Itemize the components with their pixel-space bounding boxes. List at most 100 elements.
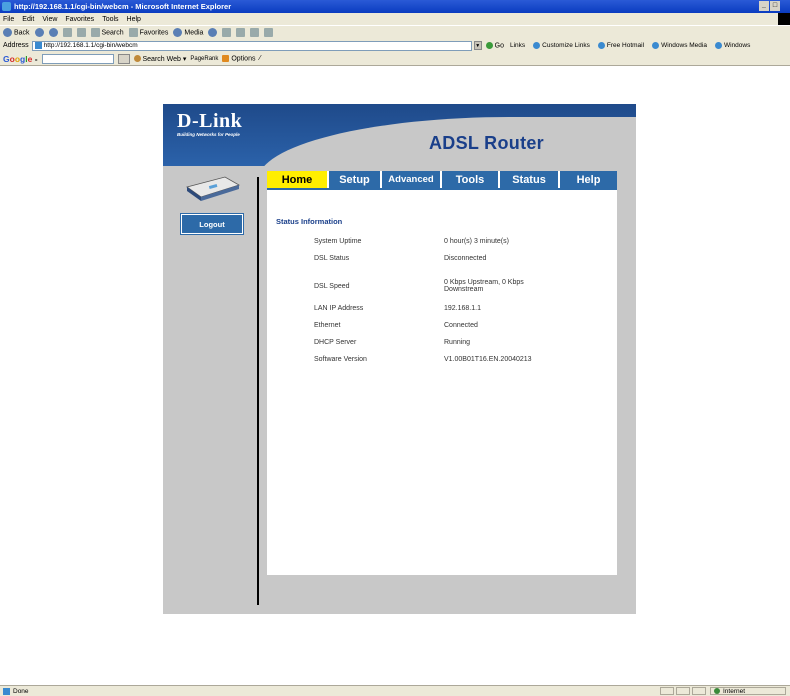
- edit-icon[interactable]: [250, 28, 260, 37]
- highlighter-icon[interactable]: ⁄: [259, 55, 260, 62]
- google-logo[interactable]: Google -: [3, 54, 38, 64]
- web-content: D-Link Building Networks for People ADSL…: [0, 67, 790, 685]
- header-banner: D-Link Building Networks for People ADSL…: [163, 104, 636, 166]
- go-button[interactable]: Go: [485, 41, 504, 49]
- zone-text: Internet: [723, 687, 746, 695]
- standard-toolbar: Back Search Favorites Media: [0, 25, 790, 39]
- options-icon: [222, 54, 230, 62]
- tab-help[interactable]: Help: [560, 171, 617, 188]
- address-value: http://192.168.1.1/cgi-bin/webcm: [43, 42, 138, 49]
- menu-bar: File Edit View Favorites Tools Help: [0, 13, 790, 25]
- status-label: System Uptime: [314, 238, 362, 245]
- content-panel: Status Information System Uptime 0 hour(…: [267, 190, 617, 575]
- link-windows[interactable]: Windows: [714, 42, 750, 49]
- search-web-button[interactable]: Search Web ▾: [133, 55, 186, 63]
- binoculars-icon: [133, 55, 141, 63]
- security-zone: Internet: [710, 687, 786, 695]
- tab-home[interactable]: Home: [267, 171, 329, 188]
- pagerank-indicator[interactable]: PageRank: [190, 56, 218, 62]
- ie-icon: [2, 2, 11, 11]
- links-bar: Links Customize Links Free Hotmail Windo…: [510, 42, 750, 49]
- history-icon[interactable]: [208, 28, 218, 37]
- status-bar: Done Internet: [0, 685, 790, 696]
- menu-help[interactable]: Help: [127, 16, 141, 23]
- maximize-icon[interactable]: □: [770, 1, 780, 11]
- sidebar-divider: [257, 177, 259, 605]
- google-dropdown-icon[interactable]: [117, 53, 130, 64]
- window-title: http://192.168.1.1/cgi-bin/webcm - Micro…: [14, 2, 232, 11]
- status-value: 0 hour(s) 3 minute(s): [444, 238, 509, 245]
- address-bar: Address http://192.168.1.1/cgi-bin/webcm…: [0, 39, 790, 52]
- status-value: Disconnected: [444, 255, 487, 262]
- address-input[interactable]: http://192.168.1.1/cgi-bin/webcm: [31, 40, 472, 51]
- minimize-icon[interactable]: _: [759, 1, 769, 11]
- status-label: DSL Speed: [314, 282, 350, 290]
- window-controls: _ □: [759, 1, 780, 11]
- status-text: Done: [13, 687, 29, 695]
- menu-tools[interactable]: Tools: [102, 16, 118, 23]
- status-label: DSL Status: [314, 255, 350, 262]
- favorites-button[interactable]: Favorites: [128, 28, 168, 37]
- address-dropdown-icon[interactable]: ▼: [473, 41, 482, 50]
- forward-arrow-icon[interactable]: [34, 28, 44, 37]
- status-row: System Uptime 0 hour(s) 3 minute(s): [314, 238, 594, 255]
- status-value: 0 Kbps Upstream, 0 Kbps Downstream: [444, 279, 524, 293]
- status-row: LAN IP Address 192.168.1.1: [314, 300, 594, 317]
- media-button[interactable]: Media: [173, 28, 203, 37]
- status-value: V1.00B01T16.EN.20040213: [444, 356, 532, 363]
- options-button[interactable]: Options: [222, 54, 255, 62]
- windows-logo-icon: [778, 13, 790, 25]
- status-row: DHCP Server Running: [314, 334, 594, 351]
- back-arrow-icon: [3, 28, 12, 37]
- address-label: Address: [3, 42, 29, 49]
- window-title-bar: http://192.168.1.1/cgi-bin/webcm - Micro…: [0, 0, 790, 13]
- link-hotmail[interactable]: Free Hotmail: [597, 42, 644, 49]
- media-icon: [173, 28, 183, 37]
- discuss-icon[interactable]: [264, 28, 274, 37]
- tab-tools[interactable]: Tools: [442, 171, 500, 188]
- link-icon: [652, 42, 660, 49]
- menu-edit[interactable]: Edit: [22, 16, 34, 23]
- go-arrow-icon: [485, 41, 493, 49]
- status-row: DSL Status Disconnected: [314, 255, 594, 272]
- status-cells: [660, 687, 706, 695]
- refresh-icon[interactable]: [62, 28, 72, 37]
- dlink-logo: D-Link: [177, 110, 243, 132]
- link-windows-media[interactable]: Windows Media: [652, 42, 707, 49]
- globe-icon: [714, 688, 720, 694]
- link-icon: [714, 42, 722, 49]
- menu-file[interactable]: File: [3, 16, 14, 23]
- status-label: LAN IP Address: [314, 305, 364, 312]
- google-toolbar: Google - Search Web ▾ PageRank Options ⁄: [0, 52, 790, 66]
- tab-status[interactable]: Status: [500, 171, 560, 188]
- status-label: Ethernet: [314, 322, 341, 329]
- menu-favorites[interactable]: Favorites: [65, 16, 94, 23]
- status-row: Software Version V1.00B01T16.EN.20040213: [314, 351, 594, 368]
- link-icon: [597, 42, 605, 49]
- search-button[interactable]: Search: [90, 28, 124, 37]
- back-button[interactable]: Back: [3, 28, 30, 37]
- status-row: Ethernet Connected: [314, 317, 594, 334]
- status-value: Connected: [444, 322, 478, 329]
- tab-setup[interactable]: Setup: [329, 171, 382, 188]
- logout-button[interactable]: Logout: [180, 213, 244, 235]
- mail-icon[interactable]: [222, 28, 232, 37]
- home-icon[interactable]: [76, 28, 86, 37]
- tab-advanced[interactable]: Advanced: [382, 171, 442, 188]
- link-icon: [533, 42, 541, 49]
- router-page: D-Link Building Networks for People ADSL…: [163, 104, 636, 614]
- status-table: System Uptime 0 hour(s) 3 minute(s) DSL …: [314, 238, 594, 368]
- search-icon: [90, 28, 100, 37]
- print-icon[interactable]: [236, 28, 246, 37]
- link-customize[interactable]: Customize Links: [533, 42, 590, 49]
- menu-view[interactable]: View: [42, 16, 57, 23]
- google-search-input[interactable]: [41, 53, 114, 64]
- router-device-icon: [186, 176, 240, 201]
- product-title: ADSL Router: [429, 133, 544, 153]
- page-icon: [34, 42, 42, 49]
- stop-icon[interactable]: [48, 28, 58, 37]
- status-label: DHCP Server: [314, 339, 357, 346]
- star-icon: [128, 28, 138, 37]
- page-done-icon: [3, 687, 10, 695]
- tagline: Building Networks for People: [177, 132, 240, 137]
